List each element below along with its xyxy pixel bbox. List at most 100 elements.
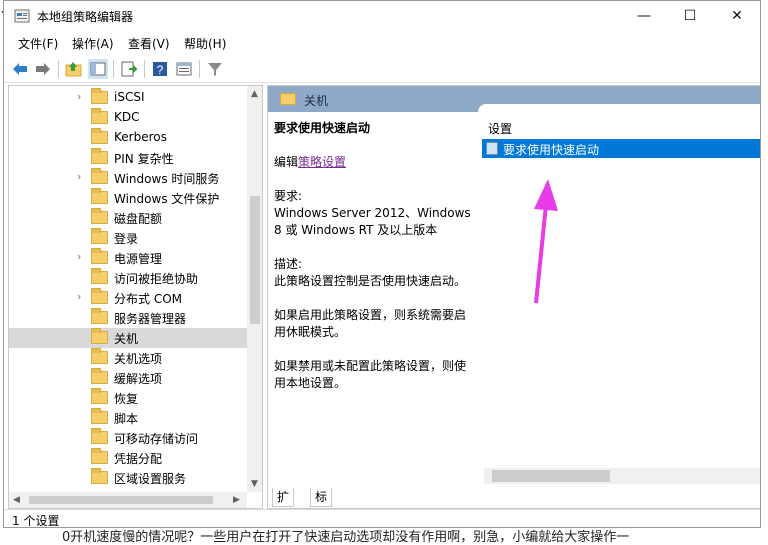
tree-item[interactable]: 关机选项 (9, 348, 249, 368)
tree-item[interactable]: › 电源管理 (9, 248, 249, 268)
tab-standard[interactable]: 标准 (310, 488, 333, 507)
svg-text:?: ? (157, 63, 164, 77)
window-title: 本地组策略编辑器 (37, 10, 134, 24)
setting-label: 要求使用快速启动 (503, 143, 600, 157)
tree-item[interactable]: 脚本 (9, 408, 249, 428)
tree-scroll-thumb[interactable] (250, 196, 260, 324)
folder-icon (91, 268, 108, 284)
scroll-left-arrow-icon[interactable]: ◀ (13, 495, 20, 505)
expand-chevron-icon[interactable]: › (77, 170, 87, 183)
expand-chevron-icon[interactable]: › (77, 290, 87, 303)
settings-list[interactable]: 设置 要求使用快速启动 (478, 104, 760, 466)
up-folder-icon[interactable] (64, 59, 84, 79)
folder-icon (91, 448, 108, 464)
edit-policy-link[interactable]: 策略设置 (298, 155, 346, 169)
folder-icon (91, 148, 108, 164)
tree-item[interactable]: 磁盘配额 (9, 208, 249, 228)
group-policy-editor-window: 本地组策略编辑器 — ☐ ✕ 文件(F) 操作(A) 查看(V) 帮助(H) ?… (3, 0, 761, 528)
tree-item-label: Windows 文件保护 (114, 192, 220, 206)
group-policy-app-icon (14, 9, 30, 23)
tree-item-label: 凭据分配 (114, 452, 163, 466)
status-bar: 1 个设置 (4, 509, 760, 528)
scroll-up-arrow-icon[interactable]: ▲ (251, 89, 258, 99)
menu-action[interactable]: 操作(A) (72, 35, 114, 52)
tree-item[interactable]: 可移动存储访问 (9, 428, 249, 448)
tree-item[interactable]: 访问被拒绝协助 (9, 268, 249, 288)
tree-item-label: 服务器管理器 (114, 312, 187, 326)
tree-horizontal-scrollbar[interactable]: ◀ ▶ (9, 492, 247, 508)
tree-item[interactable]: › iSCSI (9, 88, 249, 108)
tree-item-label: 区域设置服务 (114, 472, 187, 486)
tree-item-label: Kerberos (114, 130, 167, 144)
folder-icon (91, 128, 108, 144)
settings-column-header[interactable]: 设置 (488, 120, 512, 137)
description-label: 描述: (274, 257, 303, 271)
tree-item[interactable]: 关机 (9, 328, 249, 348)
close-button[interactable]: ✕ (714, 1, 760, 31)
details-header-title: 关机 (304, 94, 329, 108)
tree-item[interactable]: 恢复 (9, 388, 249, 408)
menu-file[interactable]: 文件(F) (18, 35, 58, 52)
tree-item-label: 访问被拒绝协助 (114, 272, 199, 286)
scroll-right-arrow-icon[interactable]: ▶ (233, 495, 240, 505)
show-hide-tree-icon[interactable] (88, 59, 108, 79)
tree-item[interactable]: 登录 (9, 228, 249, 248)
folder-icon (91, 428, 108, 444)
policy-setting-icon (486, 142, 498, 155)
status-text: 1 个设置 (12, 514, 60, 528)
back-icon[interactable] (10, 59, 30, 79)
setting-row-selected[interactable]: 要求使用快速启动 (482, 139, 760, 158)
scroll-down-arrow-icon[interactable]: ▼ (251, 479, 258, 489)
menu-help[interactable]: 帮助(H) (184, 35, 226, 52)
forward-icon[interactable] (33, 59, 53, 79)
folder-icon (91, 228, 108, 244)
tree-item[interactable]: › 分布式 COM (9, 288, 249, 308)
tree-item-label: 登录 (114, 232, 139, 246)
folder-icon (91, 368, 108, 384)
expand-chevron-icon[interactable]: › (77, 90, 87, 103)
maximize-button[interactable]: ☐ (667, 1, 713, 31)
folder-icon (91, 188, 108, 204)
menu-view[interactable]: 查看(V) (128, 35, 170, 52)
tree-item[interactable]: Kerberos (9, 128, 249, 148)
toolbar-separator (113, 60, 114, 78)
folder-icon (91, 308, 108, 324)
tree-item[interactable]: KDC (9, 108, 249, 128)
folder-icon (91, 168, 108, 184)
tree-item[interactable]: 区域设置服务 (9, 468, 249, 488)
details-pane: 关机 要求使用快速启动 编辑策略设置 要求: Windows Server 20… (267, 85, 760, 509)
filter-icon[interactable] (205, 59, 225, 79)
tree-hscroll-thumb[interactable] (29, 496, 213, 504)
policy-description-panel: 要求使用快速启动 编辑策略设置 要求: Windows Server 2012、… (274, 120, 474, 392)
tree-item-label: 磁盘配额 (114, 212, 163, 226)
tab-extended[interactable]: 扩展 (272, 488, 295, 507)
settings-hscroll-thumb[interactable] (492, 470, 610, 482)
tree-item[interactable]: 服务器管理器 (9, 308, 249, 328)
folder-icon (91, 408, 108, 424)
tree-item[interactable]: 凭据分配 (9, 448, 249, 468)
export-list-icon[interactable] (119, 59, 139, 79)
toolbar: ? (4, 56, 760, 83)
properties-icon[interactable] (174, 59, 194, 79)
background-caption: 0开机速度慢的情况呢？一些用户在打开了快速启动选项却没有作用啊，别急，小编就给大… (62, 530, 630, 545)
folder-icon (91, 88, 108, 104)
tree-pane[interactable]: › iSCSI KDC Kerberos PIN 复杂性 › Windows 时间服务 Win… (8, 85, 263, 509)
expand-chevron-icon[interactable]: › (77, 250, 87, 263)
settings-horizontal-scrollbar[interactable] (484, 468, 760, 484)
folder-icon (91, 388, 108, 404)
toolbar-separator (199, 60, 200, 78)
tree-item-label: PIN 复杂性 (114, 152, 174, 166)
help-icon[interactable]: ? (150, 59, 170, 79)
folder-icon (91, 248, 108, 264)
tree-item[interactable]: › Windows 时间服务 (9, 168, 249, 188)
edit-prefix: 编辑 (274, 155, 299, 169)
tree-item[interactable]: 缓解选项 (9, 368, 249, 388)
tree-vertical-scrollbar[interactable]: ▲ ▼ (247, 86, 262, 492)
tree-item-label: 分布式 COM (114, 292, 182, 306)
description-text: 此策略设置控制是否使用快速启动。 (274, 274, 467, 288)
tree-item-label: 电源管理 (114, 252, 163, 266)
title-bar[interactable]: 本地组策略编辑器 — ☐ ✕ (4, 1, 760, 31)
tree-item[interactable]: PIN 复杂性 (9, 148, 249, 168)
tree-item[interactable]: Windows 文件保护 (9, 188, 249, 208)
minimize-button[interactable]: — (621, 1, 667, 31)
